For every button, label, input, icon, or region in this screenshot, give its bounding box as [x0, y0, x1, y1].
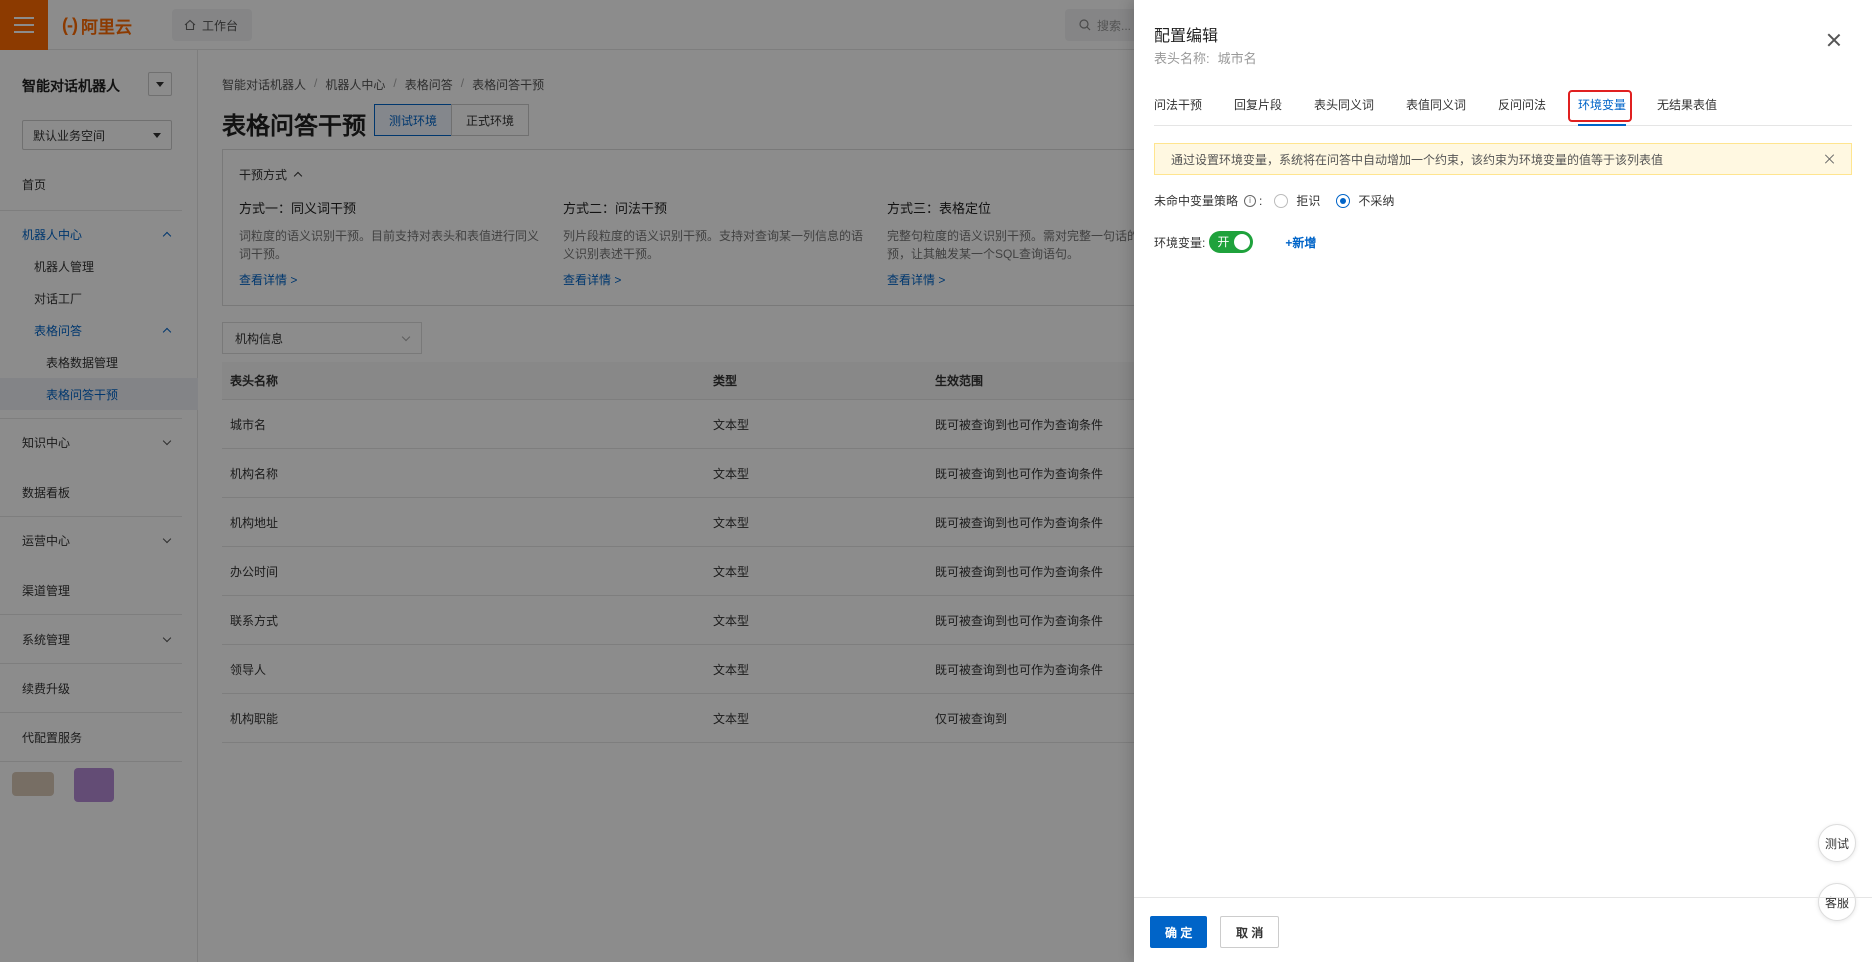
tab-header-synonym[interactable]: 表头同义词	[1314, 96, 1374, 126]
env-variable-row: 环境变量: 开 +新增	[1154, 231, 1316, 253]
close-icon[interactable]	[1826, 32, 1842, 48]
drawer-footer: 确 定 取 消	[1134, 897, 1872, 962]
tab-no-result-value[interactable]: 无结果表值	[1657, 96, 1717, 126]
cancel-button[interactable]: 取 消	[1220, 916, 1280, 948]
env-variable-toggle[interactable]: 开	[1209, 231, 1254, 253]
radio-ignore[interactable]: 不采纳	[1336, 192, 1394, 209]
header-name-value: 城市名	[1217, 51, 1257, 66]
drawer-title: 配置编辑	[1154, 28, 1219, 45]
drawer-tabs: 问法干预 回复片段 表头同义词 表值同义词 反问问法 环境变量 无结果表值	[1154, 96, 1852, 126]
radio-label: 不采纳	[1358, 194, 1395, 208]
tab-value-synonym[interactable]: 表值同义词	[1406, 96, 1466, 126]
info-icon[interactable]: i	[1244, 194, 1257, 207]
header-name-label: 表头名称:	[1154, 51, 1210, 66]
drawer-subtitle: 表头名称: 城市名	[1154, 48, 1257, 67]
confirm-button[interactable]: 确 定	[1150, 916, 1208, 948]
tab-phrasing-intervention[interactable]: 问法干预	[1154, 96, 1202, 126]
radio-circle	[1274, 193, 1289, 208]
tab-reverse-question[interactable]: 反问问法	[1498, 96, 1546, 126]
add-env-variable-button[interactable]: +新增	[1285, 234, 1316, 251]
env-variable-label: 环境变量:	[1154, 235, 1206, 250]
radio-label: 拒识	[1296, 194, 1321, 208]
colon: :	[1259, 193, 1263, 208]
info-notice: 通过设置环境变量，系统将在问答中自动增加一个约束，该约束为环境变量的值等于该列表…	[1154, 143, 1852, 175]
config-edit-drawer: 配置编辑 表头名称: 城市名 问法干预 回复片段 表头同义词 表值同义词 反问问法…	[1134, 0, 1872, 962]
miss-strategy-row: 未命中变量策略 i : 拒识 不采纳	[1154, 192, 1394, 209]
notice-text: 通过设置环境变量，系统将在问答中自动增加一个约束，该约束为环境变量的值等于该列表…	[1171, 152, 1664, 167]
highlight-box	[1568, 90, 1632, 122]
miss-strategy-label: 未命中变量策略	[1154, 194, 1239, 208]
close-icon[interactable]	[1825, 154, 1835, 164]
tab-reply-fragment[interactable]: 回复片段	[1234, 96, 1282, 126]
test-float-button[interactable]: 测试	[1818, 824, 1856, 862]
radio-reject[interactable]: 拒识	[1274, 192, 1320, 209]
radio-circle	[1336, 193, 1351, 208]
